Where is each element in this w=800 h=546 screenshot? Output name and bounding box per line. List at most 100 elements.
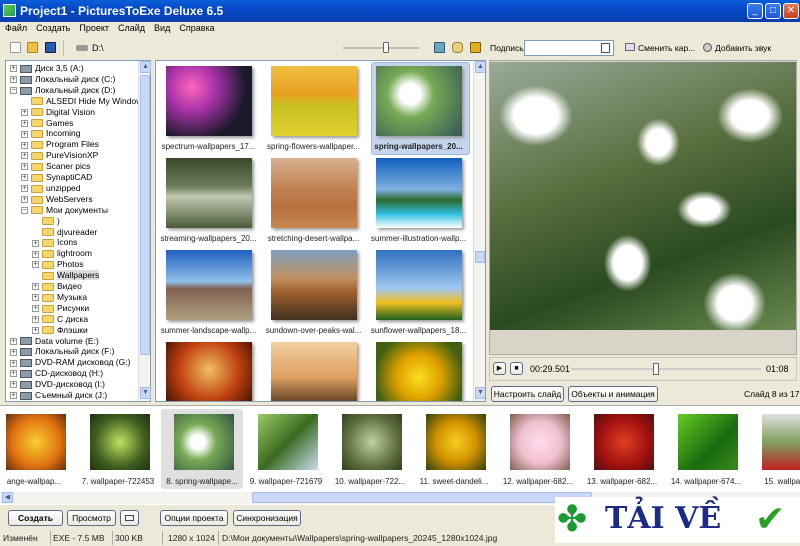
scroll-down-arrow[interactable]: ▼ xyxy=(475,387,485,399)
slide-label[interactable]: 10. wallpaper-722... xyxy=(328,477,412,486)
slide-label[interactable]: 9. wallpaper-721679 xyxy=(244,477,328,486)
tree-item[interactable]: + Data volume (E:) xyxy=(10,336,99,347)
thumbnail-label[interactable]: summer-illustration-wallp... xyxy=(366,234,471,243)
tree-item[interactable]: + Scaner pics xyxy=(21,161,90,172)
slide-thumbnail[interactable] xyxy=(258,414,318,470)
tree-item[interactable]: + Диск 3,5 (A:) xyxy=(10,63,84,74)
expand-icon[interactable]: + xyxy=(10,65,17,73)
tree-item[interactable]: + CD-дисковод (H:) xyxy=(10,368,103,379)
expand-icon[interactable]: + xyxy=(21,119,28,127)
tree-item[interactable]: + Флэшки xyxy=(32,325,88,336)
filmstrip-scroll-thumb[interactable] xyxy=(252,492,592,503)
thumb-size-slider-handle[interactable] xyxy=(383,42,389,53)
slide-label[interactable]: ange-wallpap... xyxy=(0,477,76,486)
tree-item[interactable]: + Съемный диск (J:) xyxy=(10,390,107,401)
expand-icon[interactable]: + xyxy=(32,294,39,302)
expand-icon[interactable]: + xyxy=(21,141,28,149)
slide-label[interactable]: 8. spring-wallpape... xyxy=(160,477,244,486)
menu-help[interactable]: Справка xyxy=(179,22,214,35)
scroll-up-arrow[interactable]: ▲ xyxy=(475,61,485,73)
expand-icon[interactable]: + xyxy=(21,130,28,138)
menu-create[interactable]: Создать xyxy=(36,22,70,35)
folder-up-icon[interactable] xyxy=(470,42,481,53)
tree-item[interactable]: + Photos xyxy=(32,259,83,270)
folder-browse-icon[interactable] xyxy=(452,42,463,53)
slide-thumbnail[interactable] xyxy=(510,414,570,470)
collapse-icon[interactable]: − xyxy=(21,206,28,214)
tree-item[interactable]: + SynaptiCAD xyxy=(21,172,92,183)
tree-item[interactable]: + DVD-RAM дисковод (G:) xyxy=(10,357,130,368)
timeline-handle[interactable] xyxy=(652,363,659,375)
thumb-size-slider[interactable] xyxy=(343,47,419,49)
slide-label[interactable]: 13. wallpaper-682... xyxy=(580,477,664,486)
fullscreen-preview-button[interactable] xyxy=(120,510,139,526)
thumbnail-label[interactable]: sunflower-wallpapers_18... xyxy=(366,326,471,335)
slide-label[interactable]: 15. wallpape... xyxy=(748,477,800,486)
collapse-icon[interactable]: − xyxy=(10,87,17,95)
image-thumbnail[interactable] xyxy=(166,250,252,320)
slide-settings-button[interactable]: Настроить слайд xyxy=(491,386,564,402)
tree-item[interactable]: + Рисунки xyxy=(32,303,89,314)
tree-item[interactable]: + DVD-дисковод (I:) xyxy=(10,379,105,390)
minimize-button[interactable]: _ xyxy=(747,3,763,19)
thumbnail-label[interactable]: spring-wallpapers_20... xyxy=(366,142,471,151)
thumbnail-label[interactable]: spring-flowers-wallpaper... xyxy=(261,142,366,151)
thumbnail-label[interactable]: stretching-desert-wallpa... xyxy=(261,234,366,243)
expand-icon[interactable]: + xyxy=(10,359,17,367)
change-image-button[interactable]: Сменить кар... xyxy=(638,43,695,53)
image-thumbnail[interactable] xyxy=(271,158,357,228)
thumbnail-label[interactable]: spectrum-wallpapers_17... xyxy=(156,142,261,151)
image-thumbnail[interactable] xyxy=(166,66,252,136)
tree-item[interactable]: + Локальный диск (F:) xyxy=(10,346,115,357)
objects-animation-button[interactable]: Объекты и анимация xyxy=(568,386,658,402)
tree-scrollbar[interactable]: ▲ ▼ xyxy=(138,61,151,401)
expand-icon[interactable]: + xyxy=(32,305,39,313)
grid-scrollbar[interactable]: ▲ ▼ xyxy=(473,61,485,401)
tree-item[interactable]: + Program Files xyxy=(21,139,99,150)
expand-icon[interactable]: + xyxy=(10,76,17,84)
slide-thumbnail[interactable] xyxy=(174,414,234,470)
slide-label[interactable]: 12. wallpaper-682... xyxy=(496,477,580,486)
tree-item[interactable]: + Музыка xyxy=(32,292,87,303)
image-thumbnail[interactable] xyxy=(376,158,462,228)
create-button[interactable]: Создать xyxy=(8,510,63,526)
scroll-left-arrow[interactable]: ◀ xyxy=(2,492,13,503)
slide-label[interactable]: 11. sweet-dandeli... xyxy=(412,477,496,486)
expand-icon[interactable]: + xyxy=(32,315,39,323)
slide-thumbnail[interactable] xyxy=(426,414,486,470)
expand-icon[interactable]: + xyxy=(10,381,17,389)
expand-icon[interactable]: + xyxy=(21,185,28,193)
expand-icon[interactable]: + xyxy=(32,283,39,291)
add-sound-button[interactable]: Добавить звук xyxy=(715,43,771,53)
thumbnail-grid[interactable]: spectrum-wallpapers_17... spring-flowers-… xyxy=(155,60,486,402)
image-thumbnail[interactable] xyxy=(271,250,357,320)
scroll-up-arrow[interactable]: ▲ xyxy=(140,61,151,73)
tree-item[interactable]: − Мои документы xyxy=(21,205,108,216)
thumbnail-label[interactable]: summer-landscape-wallp... xyxy=(156,326,261,335)
expand-icon[interactable]: + xyxy=(10,348,17,356)
expand-icon[interactable]: + xyxy=(32,239,39,247)
open-folder-icon[interactable] xyxy=(27,42,38,53)
expand-icon[interactable]: + xyxy=(21,108,28,116)
tree-item[interactable]: + Локальный диск (C:) xyxy=(10,74,115,85)
tree-scroll-thumb[interactable] xyxy=(140,75,150,355)
maximize-button[interactable]: □ xyxy=(765,3,781,19)
expand-icon[interactable]: + xyxy=(10,392,17,400)
image-thumbnail[interactable] xyxy=(271,66,357,136)
tree-item[interactable]: + Icons xyxy=(32,237,77,248)
expand-icon[interactable]: + xyxy=(21,152,28,160)
close-button[interactable]: ✕ xyxy=(783,3,799,19)
menu-slide[interactable]: Слайд xyxy=(118,22,145,35)
expand-icon[interactable]: + xyxy=(10,337,17,345)
tree-item[interactable]: + Digital Vision xyxy=(21,107,95,118)
view-icon[interactable] xyxy=(434,42,445,53)
slide-label[interactable]: 14. wallpaper-674... xyxy=(664,477,748,486)
grid-scroll-thumb[interactable] xyxy=(475,251,485,263)
tree-item[interactable]: + PureVisionXP xyxy=(21,150,98,161)
thumbnail-label[interactable]: sundown-over-peaks-wal... xyxy=(261,326,366,335)
image-thumbnail[interactable] xyxy=(166,342,252,401)
project-options-button[interactable]: Опции проекта xyxy=(160,510,228,526)
expand-icon[interactable]: + xyxy=(21,174,28,182)
expand-icon[interactable]: + xyxy=(21,163,28,171)
expand-icon[interactable]: + xyxy=(32,250,39,258)
